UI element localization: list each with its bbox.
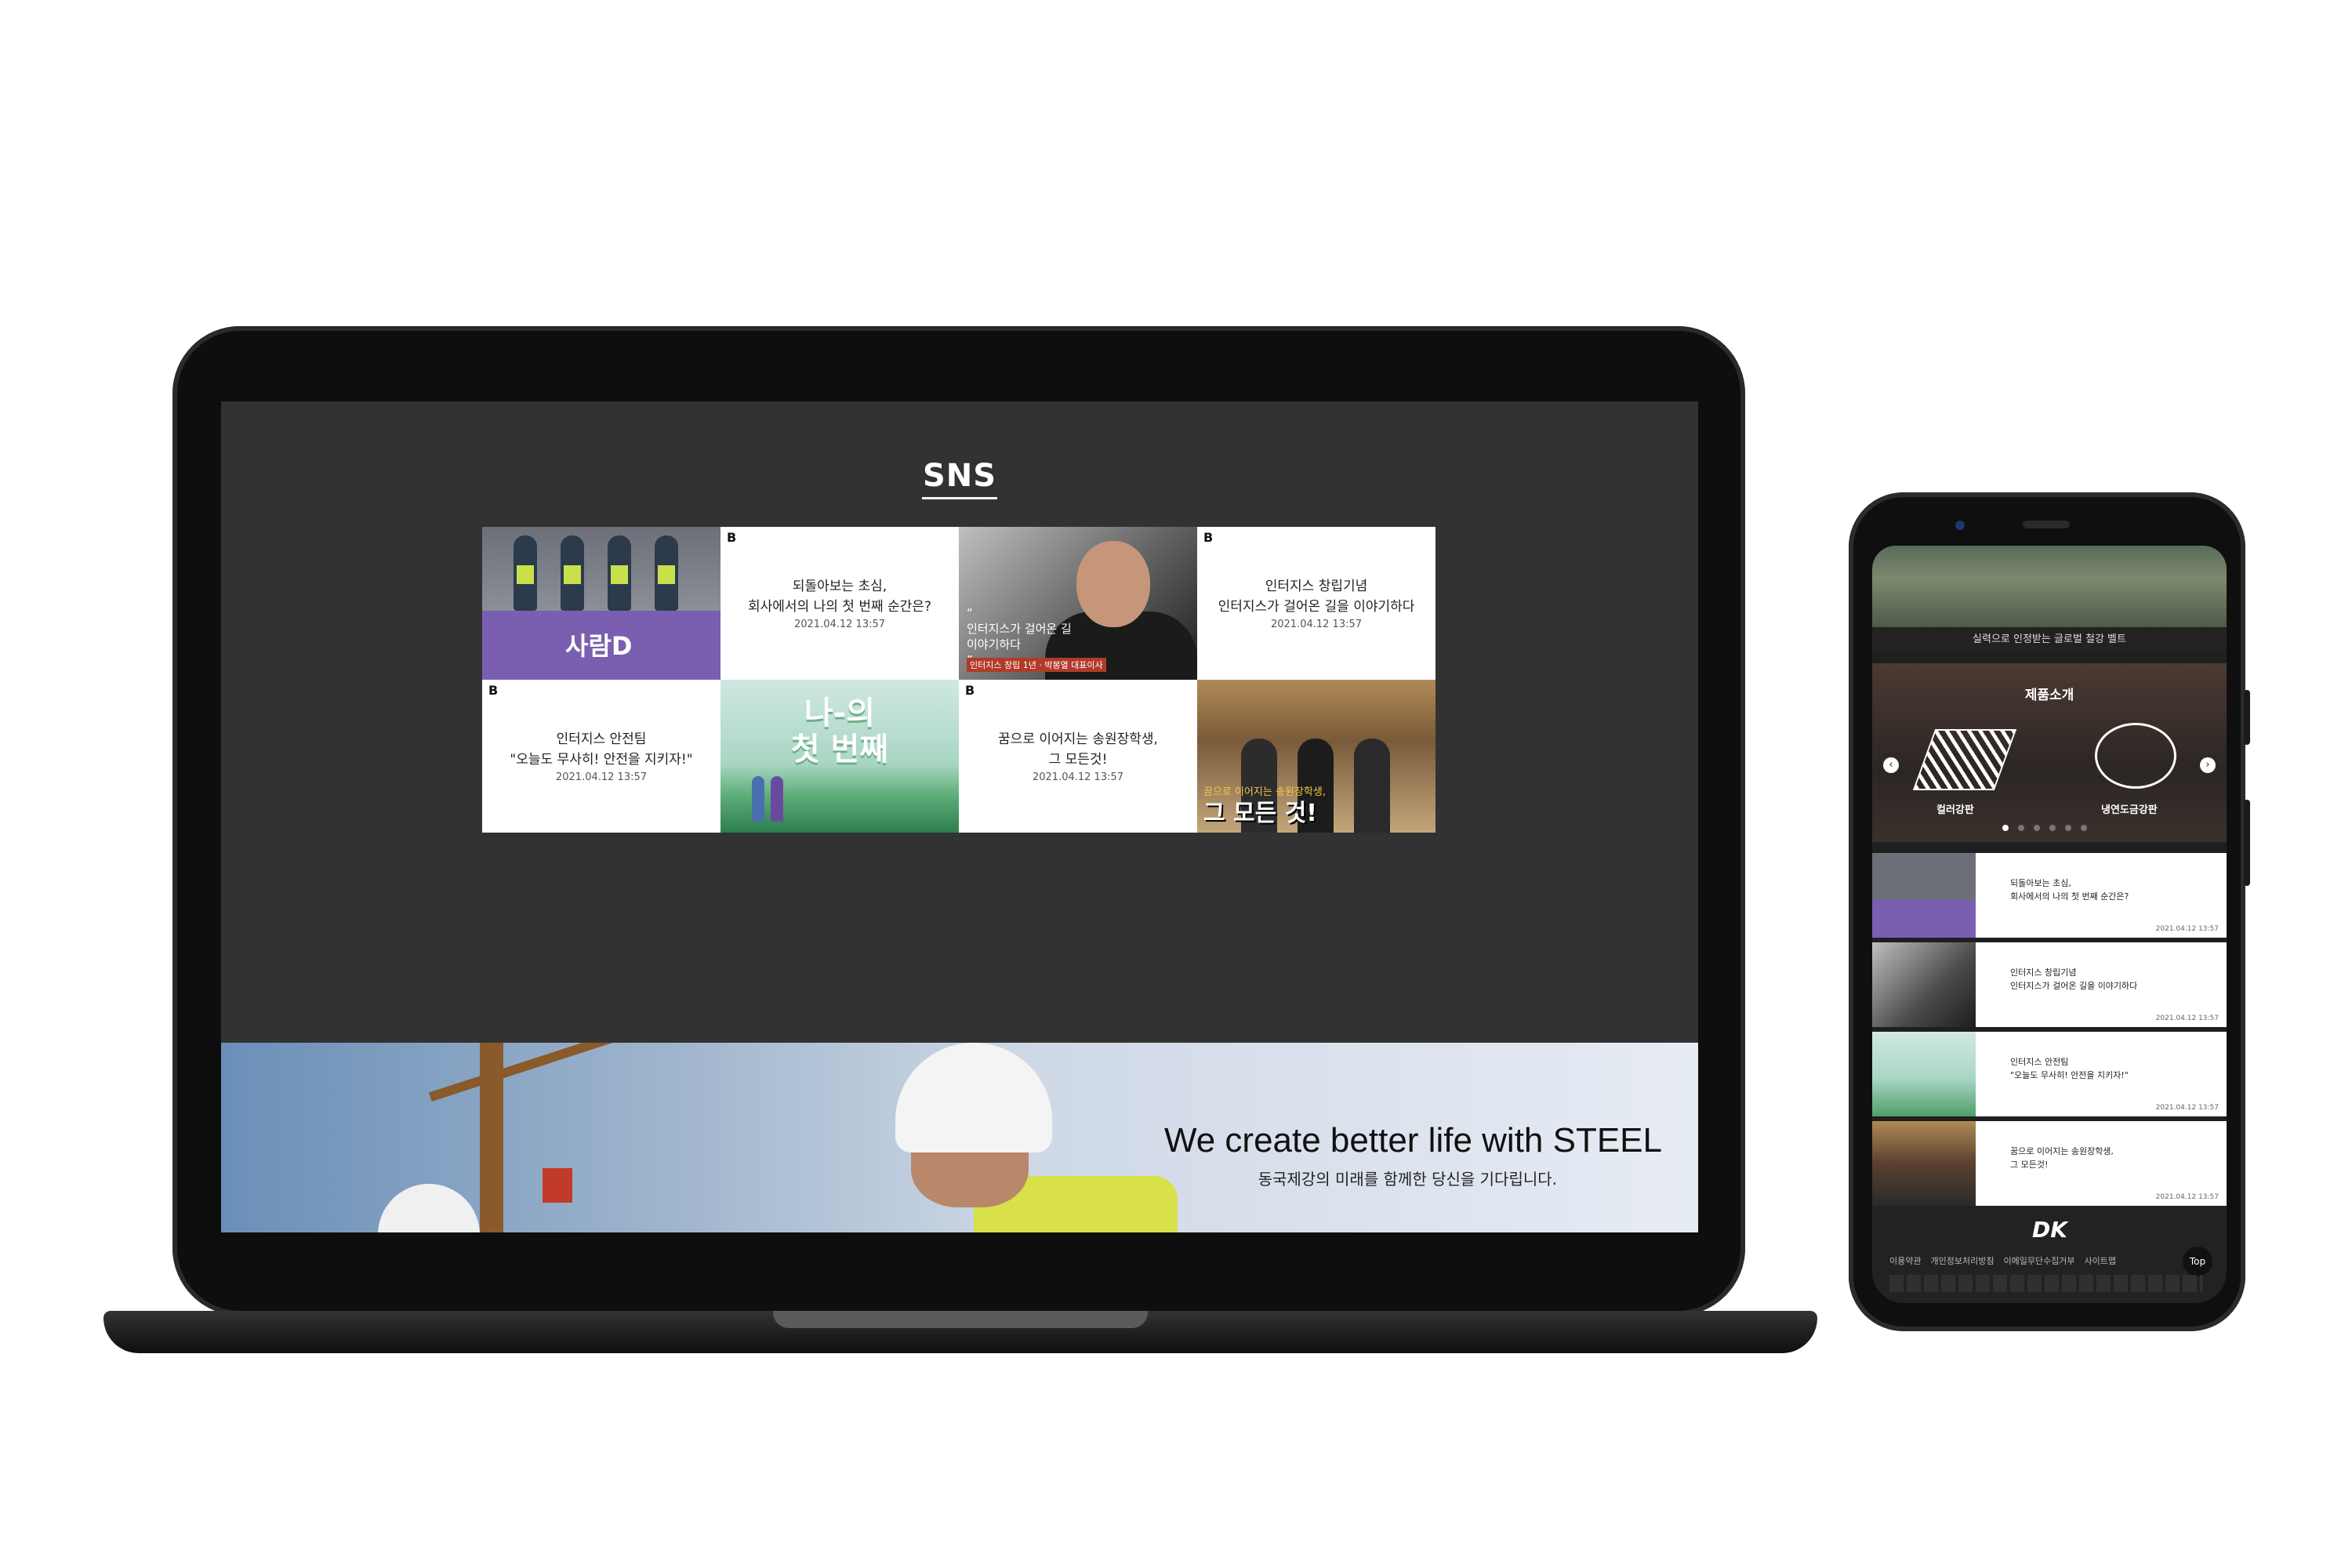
sns-tile-post[interactable]: B 인터지스 안전팀 "오늘도 무사히! 안전을 지키자!" 2021.04.1…	[482, 680, 720, 833]
footer-link-terms[interactable]: 이용약관	[1889, 1254, 1921, 1267]
phone-side-button	[2244, 800, 2250, 886]
phone-camera	[1955, 521, 1965, 530]
slider-dot[interactable]	[2018, 825, 2024, 831]
chevron-left-icon[interactable]: ‹	[1883, 757, 1899, 773]
scroll-top-button[interactable]: Top	[2183, 1247, 2212, 1276]
card-date: 2021.04.12 13:57	[2155, 925, 2219, 933]
slider-dot[interactable]	[2049, 825, 2056, 831]
worker-figure	[561, 535, 584, 611]
copyright-text	[1889, 1275, 2203, 1292]
banner-subtitle: 동국제강의 미래를 함께한 당신을 기다립니다.	[1258, 1170, 1557, 1189]
blog-badge: B	[965, 683, 975, 698]
products-title: 제품소개	[2024, 688, 2074, 703]
post-headline: 되돌아보는 초심, 회사에서의 나의 첫 번째 순간은?	[748, 579, 931, 615]
card-text: 되돌아보는 초심, 회사에서의 나의 첫 번째 순간은?	[2010, 878, 2129, 902]
phone-speaker	[2023, 521, 2070, 528]
mobile-sns-card[interactable]: 인터지스 안전팀 "오늘도 무사히! 안전을 지키자!" 2021.04.12 …	[1872, 1032, 2227, 1116]
card-thumbnail	[1872, 1121, 1976, 1206]
desktop-screen: SNS 사람D B 되돌아보는 초심, 회사에서의 나의 첫 번째 순간은? 2…	[221, 401, 1698, 1232]
recruit-banner[interactable]: We create better life with STEEL 동국제강의 미…	[221, 1043, 1698, 1232]
product-label[interactable]: 컬러강판	[1936, 801, 1974, 816]
mobile-products-slider: 제품소개 ‹ › 컬러강판 냉연도금강판	[1872, 663, 2227, 842]
post-date: 2021.04.12 13:57	[793, 619, 886, 630]
sns-tile-image[interactable]: “ 인터지스가 걸어온 길 이야기하다 ” 인터지스 창립 1년 · 박봉열 대…	[959, 527, 1197, 680]
banner-title: We create better life with STEEL	[1163, 1121, 1662, 1160]
worker-figure	[608, 535, 631, 611]
sns-section-title: SNS	[922, 458, 997, 494]
person-figure	[1354, 739, 1390, 833]
blog-badge: B	[488, 683, 499, 698]
sns-tile-image[interactable]: 나-의 첫 번째	[720, 680, 959, 833]
post-headline: 인터지스 안전팀 "오늘도 무사히! 안전을 지키자!"	[510, 731, 693, 768]
slider-dot[interactable]	[2081, 825, 2087, 831]
card-text: 인터지스 안전팀 "오늘도 무사히! 안전을 지키자!"	[2010, 1057, 2129, 1080]
card-thumbnail	[1872, 1032, 1976, 1116]
mobile-footer: DK 이용약관 개인정보처리방침 이메일무단수집거부 사이트맵 Top	[1872, 1206, 2227, 1303]
post-headline: 인터지스 창립기념 인터지스가 걸어온 길을 이야기하다	[1218, 579, 1415, 615]
product-label[interactable]: 냉연도금강판	[2101, 801, 2158, 816]
footer-links: 이용약관 개인정보처리방침 이메일무단수집거부 사이트맵	[1889, 1254, 2116, 1267]
slider-dots	[2002, 825, 2087, 831]
sns-grid: 사람D B 되돌아보는 초심, 회사에서의 나의 첫 번째 순간은? 2021.…	[482, 527, 1436, 833]
portrait-caption: 인터지스 창립 1년 · 박봉열 대표이사	[967, 658, 1106, 672]
phone-side-button	[2244, 690, 2250, 745]
crane-cabin	[543, 1168, 572, 1203]
slider-dot[interactable]	[2034, 825, 2040, 831]
footer-link-email-policy[interactable]: 이메일무단수집거부	[2003, 1254, 2074, 1267]
post-date: 2021.04.12 13:57	[1270, 619, 1363, 630]
illustration-title: 나-의 첫 번째	[790, 695, 889, 768]
sns-tile-post[interactable]: B 인터지스 창립기념 인터지스가 걸어온 길을 이야기하다 2021.04.1…	[1197, 527, 1436, 680]
blog-badge: B	[727, 530, 737, 545]
sns-tile-image[interactable]: 사람D	[482, 527, 720, 680]
card-date: 2021.04.12 13:57	[2155, 1014, 2219, 1022]
mobile-hero-caption: 실력으로 인정받는 글로벌 철강 벨트	[1872, 627, 2227, 652]
blog-badge: B	[1203, 530, 1214, 545]
brand-logo-text: 사람D	[565, 631, 633, 661]
worker-figure	[655, 535, 678, 611]
color-steel-plate-icon	[1912, 729, 2017, 790]
mobile-sns-card[interactable]: 꿈으로 이어지는 송원장학생, 그 모든것! 2021.04.12 13:57	[1872, 1121, 2227, 1206]
person-figure	[752, 776, 764, 822]
card-thumbnail	[1872, 942, 1976, 1027]
laptop-notch	[773, 1311, 1148, 1328]
mobile-hero-image	[1872, 546, 2227, 627]
slider-dot[interactable]	[2065, 825, 2071, 831]
card-text: 인터지스 창립기념 인터지스가 걸어온 길을 이야기하다	[2010, 967, 2138, 991]
sns-tile-image[interactable]: 꿈으로 이어지는 송원장학생, 그 모든 것!	[1197, 680, 1436, 833]
mobile-screen: 실력으로 인정받는 글로벌 철강 벨트 제품소개 ‹ › 컬러강판 냉연도금강판…	[1872, 546, 2227, 1303]
sns-tile-post[interactable]: B 꿈으로 이어지는 송원장학생, 그 모든것! 2021.04.12 13:5…	[959, 680, 1197, 833]
sns-title-underline	[922, 497, 997, 499]
worker-figure	[514, 535, 537, 611]
post-date: 2021.04.12 13:57	[1032, 771, 1124, 783]
sns-tile-post[interactable]: B 되돌아보는 초심, 회사에서의 나의 첫 번째 순간은? 2021.04.1…	[720, 527, 959, 680]
post-date: 2021.04.12 13:57	[555, 771, 648, 783]
company-logo[interactable]: DK	[2032, 1217, 2067, 1243]
card-date: 2021.04.12 13:57	[2155, 1193, 2219, 1201]
card-date: 2021.04.12 13:57	[2155, 1104, 2219, 1112]
crane-arm	[428, 1043, 641, 1102]
worker-helmet	[895, 1043, 1052, 1152]
card-thumbnail	[1872, 853, 1976, 938]
slider-dot[interactable]	[2002, 825, 2009, 831]
portrait-face	[1076, 541, 1150, 627]
worker-helmet	[378, 1184, 480, 1232]
person-figure	[771, 776, 783, 822]
chevron-right-icon[interactable]: ›	[2200, 757, 2216, 773]
photo-big-text: 그 모든 것!	[1203, 800, 1317, 827]
steel-coil-icon	[2095, 723, 2176, 789]
mobile-sns-card[interactable]: 인터지스 창립기념 인터지스가 걸어온 길을 이야기하다 2021.04.12 …	[1872, 942, 2227, 1027]
mobile-sns-card[interactable]: 되돌아보는 초심, 회사에서의 나의 첫 번째 순간은? 2021.04.12 …	[1872, 853, 2227, 938]
card-text: 꿈으로 이어지는 송원장학생, 그 모든것!	[2010, 1146, 2114, 1170]
footer-link-privacy[interactable]: 개인정보처리방침	[1930, 1254, 1994, 1267]
footer-link-sitemap[interactable]: 사이트맵	[2085, 1254, 2116, 1267]
post-headline: 꿈으로 이어지는 송원장학생, 그 모든것!	[998, 731, 1158, 768]
